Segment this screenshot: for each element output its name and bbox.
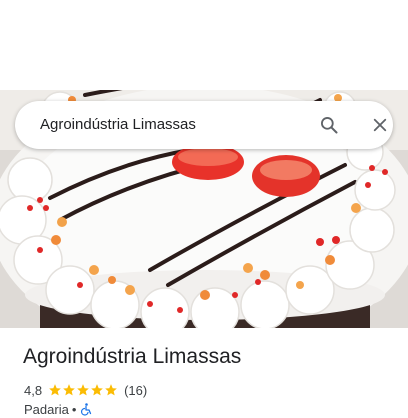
review-count[interactable]: (16) — [124, 383, 147, 398]
place-category: Padaria — [24, 402, 69, 417]
star-icon — [105, 384, 117, 396]
star-icon — [49, 384, 61, 396]
rating-row: 4,8 (16) — [24, 381, 147, 399]
search-input[interactable]: Agroindústria Limassas — [40, 101, 196, 149]
rating-value: 4,8 — [24, 382, 43, 398]
star-icon — [77, 384, 89, 396]
category-row: Padaria • — [24, 401, 92, 418]
search-bar[interactable]: Agroindústria Limassas — [15, 101, 393, 149]
search-icon[interactable] — [315, 111, 343, 139]
separator: • — [71, 402, 77, 417]
star-icon — [91, 384, 103, 396]
close-icon[interactable] — [366, 111, 394, 139]
rating-stars — [48, 383, 118, 397]
wheelchair-icon — [81, 403, 92, 416]
star-icon — [63, 384, 75, 396]
place-title: Agroindústria Limassas — [23, 345, 242, 368]
